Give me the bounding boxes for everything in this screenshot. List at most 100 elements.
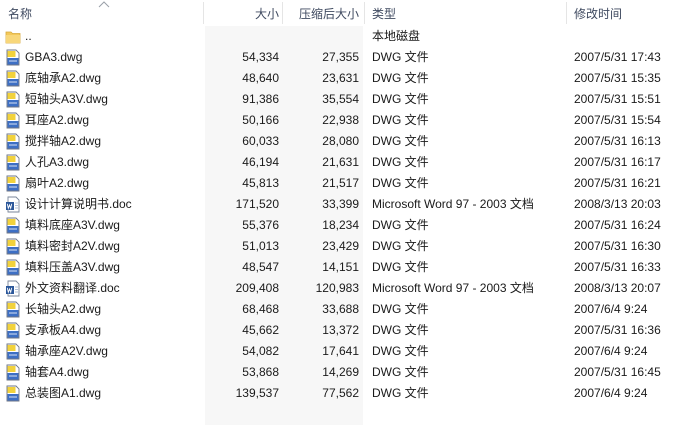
file-name: 支承板A4.dwg xyxy=(25,323,102,337)
file-size: 45,813 xyxy=(242,176,279,190)
file-row[interactable]: 短轴头A3V.dwg 91,386 35,554 DWG 文件 2007/5/31 15… xyxy=(0,89,688,110)
file-modified-date: 2008/3/13 20:03 xyxy=(574,197,661,211)
column-header-type[interactable]: 类型 xyxy=(372,0,396,26)
file-row[interactable]: .. 本地磁盘 xyxy=(0,26,688,47)
file-row[interactable]: 耳座A2.dwg 50,166 22,938 DWG 文件 2007/5/31 15:5… xyxy=(0,110,688,131)
file-size xyxy=(205,26,279,47)
file-size: 171,520 xyxy=(235,197,279,211)
dwg-file-icon xyxy=(6,301,20,318)
file-compressed-size: 77,562 xyxy=(322,386,359,400)
file-modified-date: 2007/6/4 9:24 xyxy=(574,386,648,400)
file-name: 搅拌轴A2.dwg xyxy=(25,134,102,148)
file-row[interactable]: 搅拌轴A2.dwg 60,033 28,080 DWG 文件 2007/5/31 16:… xyxy=(0,131,688,152)
file-type: DWG 文件 xyxy=(372,134,429,148)
file-size: 46,194 xyxy=(242,155,279,169)
column-header-compressed-size[interactable]: 压缩后大小 xyxy=(284,0,359,26)
file-name: 短轴头A3V.dwg xyxy=(25,92,108,106)
file-list: .. 本地磁盘 GBA3.dwg 54,334 27,355 DWG 文件 2007/5/3… xyxy=(0,26,688,404)
file-type: Microsoft Word 97 - 2003 文档 xyxy=(372,197,534,211)
column-separator[interactable] xyxy=(566,2,567,24)
file-compressed-size: 23,631 xyxy=(322,71,359,85)
file-row[interactable]: 人孔A3.dwg 46,194 21,631 DWG 文件 2007/5/31 16:1… xyxy=(0,152,688,173)
column-header-name[interactable]: 名称 xyxy=(8,0,32,26)
file-name: GBA3.dwg xyxy=(25,50,83,64)
file-type: DWG 文件 xyxy=(372,155,429,169)
file-type: Microsoft Word 97 - 2003 文档 xyxy=(372,281,534,295)
file-compressed-size: 21,517 xyxy=(322,176,359,190)
file-size: 139,537 xyxy=(235,386,279,400)
file-modified-date: 2007/5/31 16:13 xyxy=(574,134,661,148)
file-row[interactable]: 扇叶A2.dwg 45,813 21,517 DWG 文件 2007/5/31 16:2… xyxy=(0,173,688,194)
file-modified-date: 2007/5/31 16:45 xyxy=(574,365,661,379)
column-header-size[interactable]: 大小 xyxy=(205,0,279,26)
dwg-file-icon xyxy=(6,91,20,108)
file-row[interactable]: 设计计算说明书.doc 171,520 33,399 Microsoft Word 9… xyxy=(0,194,688,215)
file-type: DWG 文件 xyxy=(372,239,429,253)
file-size: 68,468 xyxy=(242,302,279,316)
file-compressed-size: 33,688 xyxy=(322,302,359,316)
file-size: 54,082 xyxy=(242,344,279,358)
file-size: 48,640 xyxy=(242,71,279,85)
dwg-file-icon xyxy=(6,322,20,339)
file-name: .. xyxy=(25,29,32,43)
file-compressed-size: 21,631 xyxy=(322,155,359,169)
dwg-file-icon xyxy=(6,238,20,255)
file-name: 耳座A2.dwg xyxy=(25,113,90,127)
file-modified-date: 2007/5/31 16:21 xyxy=(574,176,661,190)
file-size: 55,376 xyxy=(242,218,279,232)
column-header-modified[interactable]: 修改时间 xyxy=(574,0,622,26)
file-name: 轴承座A2V.dwg xyxy=(25,344,108,358)
column-separator[interactable] xyxy=(282,2,283,24)
file-size: 48,547 xyxy=(242,260,279,274)
dwg-file-icon xyxy=(6,70,20,87)
dwg-file-icon xyxy=(6,259,20,276)
file-row[interactable]: 底轴承A2.dwg 48,640 23,631 DWG 文件 2007/5/31 15:… xyxy=(0,68,688,89)
file-name: 扇叶A2.dwg xyxy=(25,176,90,190)
file-compressed-size: 23,429 xyxy=(322,239,359,253)
file-size: 51,013 xyxy=(242,239,279,253)
file-size: 91,386 xyxy=(242,92,279,106)
file-row[interactable]: 填料底座A3V.dwg 55,376 18,234 DWG 文件 2007/5/31 1… xyxy=(0,215,688,236)
file-row[interactable]: 总装图A1.dwg 139,537 77,562 DWG 文件 2007/6/4 9:2… xyxy=(0,383,688,404)
file-row[interactable]: GBA3.dwg 54,334 27,355 DWG 文件 2007/5/31 17:4… xyxy=(0,47,688,68)
file-type: DWG 文件 xyxy=(372,386,429,400)
file-type: DWG 文件 xyxy=(372,260,429,274)
file-row[interactable]: 填料密封A2V.dwg 51,013 23,429 DWG 文件 2007/5/31 1… xyxy=(0,236,688,257)
file-name: 总装图A1.dwg xyxy=(25,386,102,400)
file-compressed-size: 27,355 xyxy=(322,50,359,64)
file-compressed-size: 22,938 xyxy=(322,113,359,127)
file-compressed-size: 120,983 xyxy=(315,281,359,295)
dwg-file-icon xyxy=(6,112,20,129)
file-modified-date: 2007/5/31 15:54 xyxy=(574,113,661,127)
file-name: 填料密封A2V.dwg xyxy=(25,239,120,253)
dwg-file-icon xyxy=(6,385,20,402)
dwg-file-icon xyxy=(6,49,20,66)
dwg-file-icon xyxy=(6,343,20,360)
file-compressed-size: 13,372 xyxy=(322,323,359,337)
dwg-file-icon xyxy=(6,175,20,192)
file-row[interactable]: 轴承座A2V.dwg 54,082 17,641 DWG 文件 2007/6/4 9:2… xyxy=(0,341,688,362)
word-doc-icon xyxy=(6,196,20,213)
file-row[interactable]: 填料压盖A3V.dwg 48,547 14,151 DWG 文件 2007/5/31 1… xyxy=(0,257,688,278)
sort-ascending-icon xyxy=(98,1,110,8)
column-separator[interactable] xyxy=(203,2,204,24)
column-separator[interactable] xyxy=(364,2,365,24)
file-row[interactable]: 轴套A4.dwg 53,868 14,269 DWG 文件 2007/5/31 16:4… xyxy=(0,362,688,383)
file-modified-date: 2007/5/31 16:36 xyxy=(574,323,661,337)
file-modified-date: 2007/6/4 9:24 xyxy=(574,344,648,358)
file-name: 长轴头A2.dwg xyxy=(25,302,102,316)
word-doc-icon xyxy=(6,280,20,297)
file-modified-date: 2007/5/31 16:30 xyxy=(574,239,661,253)
file-size: 209,408 xyxy=(235,281,279,295)
file-name: 填料压盖A3V.dwg xyxy=(25,260,120,274)
file-row[interactable]: 外文资料翻译.doc 209,408 120,983 Microsoft Word 9… xyxy=(0,278,688,299)
file-type: 本地磁盘 xyxy=(372,29,421,43)
file-list-window: 名称 大小 压缩后大小 类型 修改时间 .. 本地磁盘 GBA3.dwg 54,334… xyxy=(0,0,688,425)
file-modified-date: 2007/5/31 16:24 xyxy=(574,218,661,232)
file-row[interactable]: 长轴头A2.dwg 68,468 33,688 DWG 文件 2007/6/4 9:24 xyxy=(0,299,688,320)
file-modified-date: 2007/6/4 9:24 xyxy=(574,302,648,316)
file-type: DWG 文件 xyxy=(372,302,429,316)
file-compressed-size: 14,151 xyxy=(322,260,359,274)
file-row[interactable]: 支承板A4.dwg 45,662 13,372 DWG 文件 2007/5/31 16:… xyxy=(0,320,688,341)
file-compressed-size: 35,554 xyxy=(322,92,359,106)
